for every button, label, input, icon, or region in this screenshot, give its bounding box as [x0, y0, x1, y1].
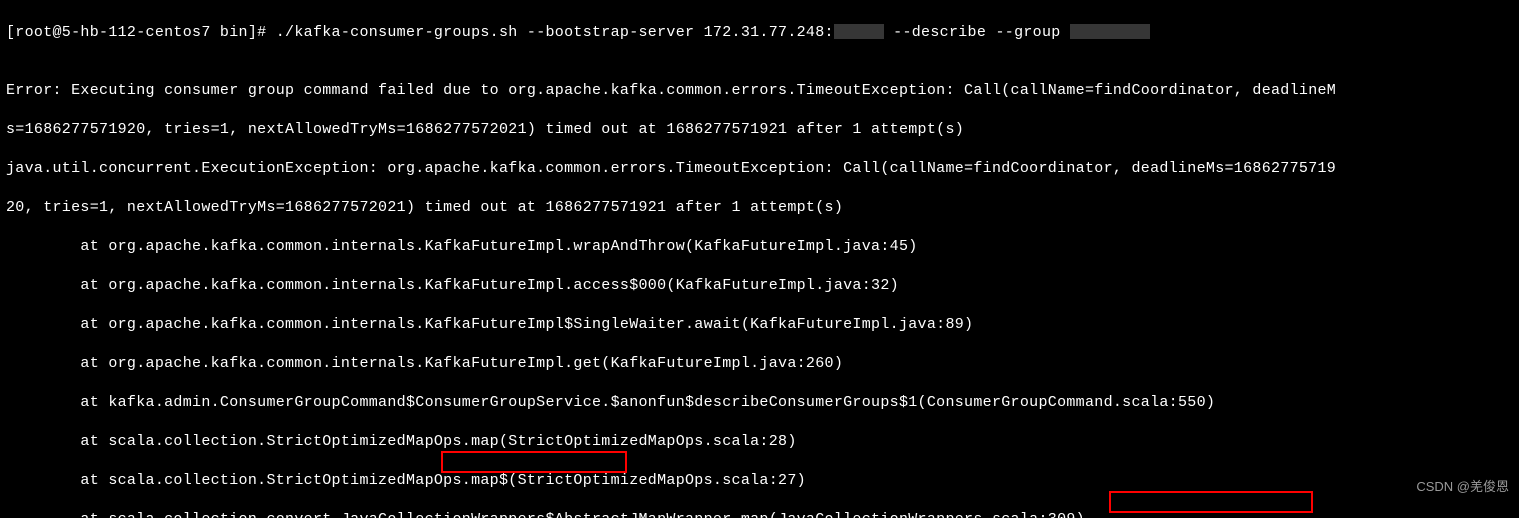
error-line: Error: Executing consumer group command … [6, 81, 1513, 101]
stacktrace-line: at scala.collection.StrictOptimizedMapOp… [6, 471, 1513, 491]
exception-line: java.util.concurrent.ExecutionException:… [6, 159, 1513, 179]
redacted-port [834, 24, 884, 39]
watermark-text: CSDN @羌俊恩 [1416, 477, 1509, 497]
stacktrace-line: at scala.collection.convert.JavaCollecti… [6, 510, 1513, 518]
command-part-1: ./kafka-consumer-groups.sh --bootstrap-s… [276, 24, 834, 41]
exception-line: 20, tries=1, nextAllowedTryMs=1686277572… [6, 198, 1513, 218]
redacted-group [1070, 24, 1150, 39]
stacktrace-line: at org.apache.kafka.common.internals.Kaf… [6, 315, 1513, 335]
error-line: s=1686277571920, tries=1, nextAllowedTry… [6, 120, 1513, 140]
command-part-2: --describe --group [884, 24, 1070, 41]
shell-prompt: [root@5-hb-112-centos7 bin]# [6, 24, 276, 41]
command-line: [root@5-hb-112-centos7 bin]# ./kafka-con… [6, 23, 1513, 43]
terminal-output: [root@5-hb-112-centos7 bin]# ./kafka-con… [0, 0, 1519, 518]
stacktrace-line: at kafka.admin.ConsumerGroupCommand$Cons… [6, 393, 1513, 413]
stacktrace-line: at scala.collection.StrictOptimizedMapOp… [6, 432, 1513, 452]
stacktrace-line: at org.apache.kafka.common.internals.Kaf… [6, 276, 1513, 296]
stacktrace-line: at org.apache.kafka.common.internals.Kaf… [6, 354, 1513, 374]
stacktrace-line: at org.apache.kafka.common.internals.Kaf… [6, 237, 1513, 257]
